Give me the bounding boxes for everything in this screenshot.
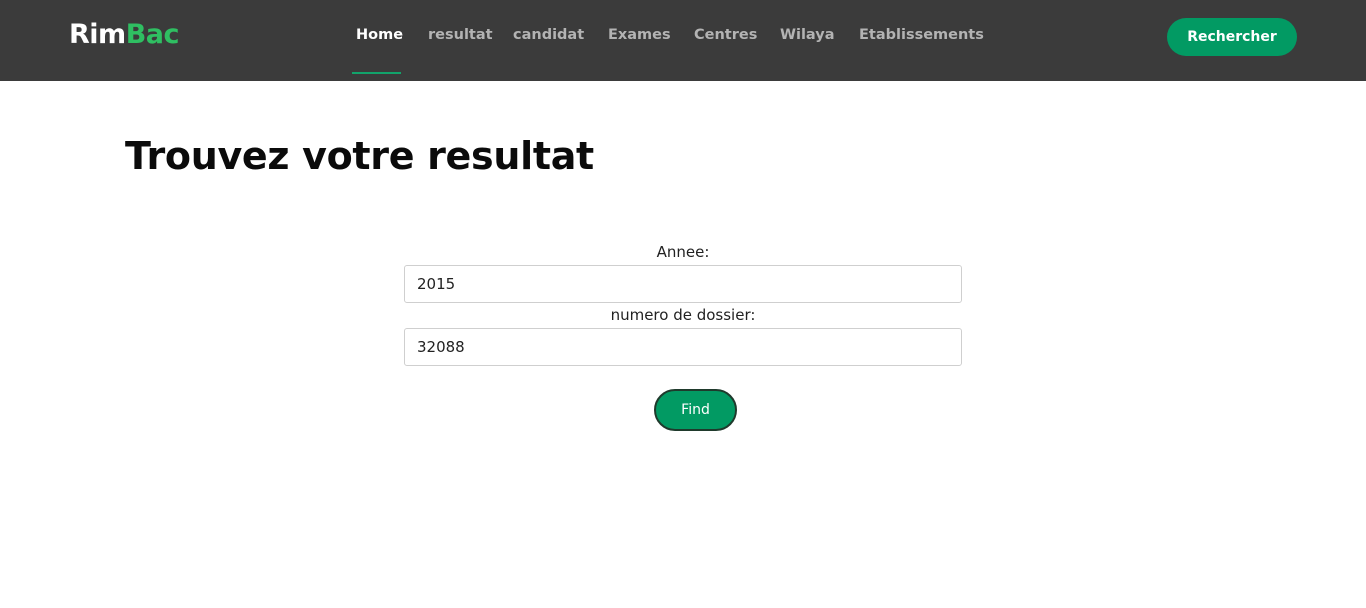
nav-item-home[interactable]: Home — [356, 27, 403, 43]
active-nav-indicator — [352, 72, 401, 74]
nav-item-exames[interactable]: Exames — [608, 27, 671, 43]
rimbac-logo[interactable]: RimBac — [69, 19, 180, 50]
nav-item-resultat[interactable]: resultat — [428, 27, 493, 43]
dossier-number-input[interactable] — [404, 328, 962, 366]
find-button[interactable]: Find — [654, 389, 737, 431]
annee-input[interactable] — [404, 265, 962, 303]
nav-item-etablissements[interactable]: Etablissements — [859, 27, 984, 43]
nav-item-centres[interactable]: Centres — [694, 27, 757, 43]
nav-item-candidat[interactable]: candidat — [513, 27, 584, 43]
annee-label: Annee: — [656, 243, 710, 261]
dossier-label: numero de dossier: — [610, 306, 756, 324]
logo-part-rim: Rim — [69, 19, 126, 50]
rechercher-button[interactable]: Rechercher — [1167, 18, 1297, 56]
result-search-form: Annee: numero de dossier: — [404, 240, 962, 366]
top-navbar: RimBac Home resultat candidat Exames Cen… — [0, 0, 1366, 81]
page-title: Trouvez votre resultat — [125, 134, 594, 178]
nav-item-wilaya[interactable]: Wilaya — [780, 27, 835, 43]
logo-part-bac: Bac — [125, 19, 180, 50]
